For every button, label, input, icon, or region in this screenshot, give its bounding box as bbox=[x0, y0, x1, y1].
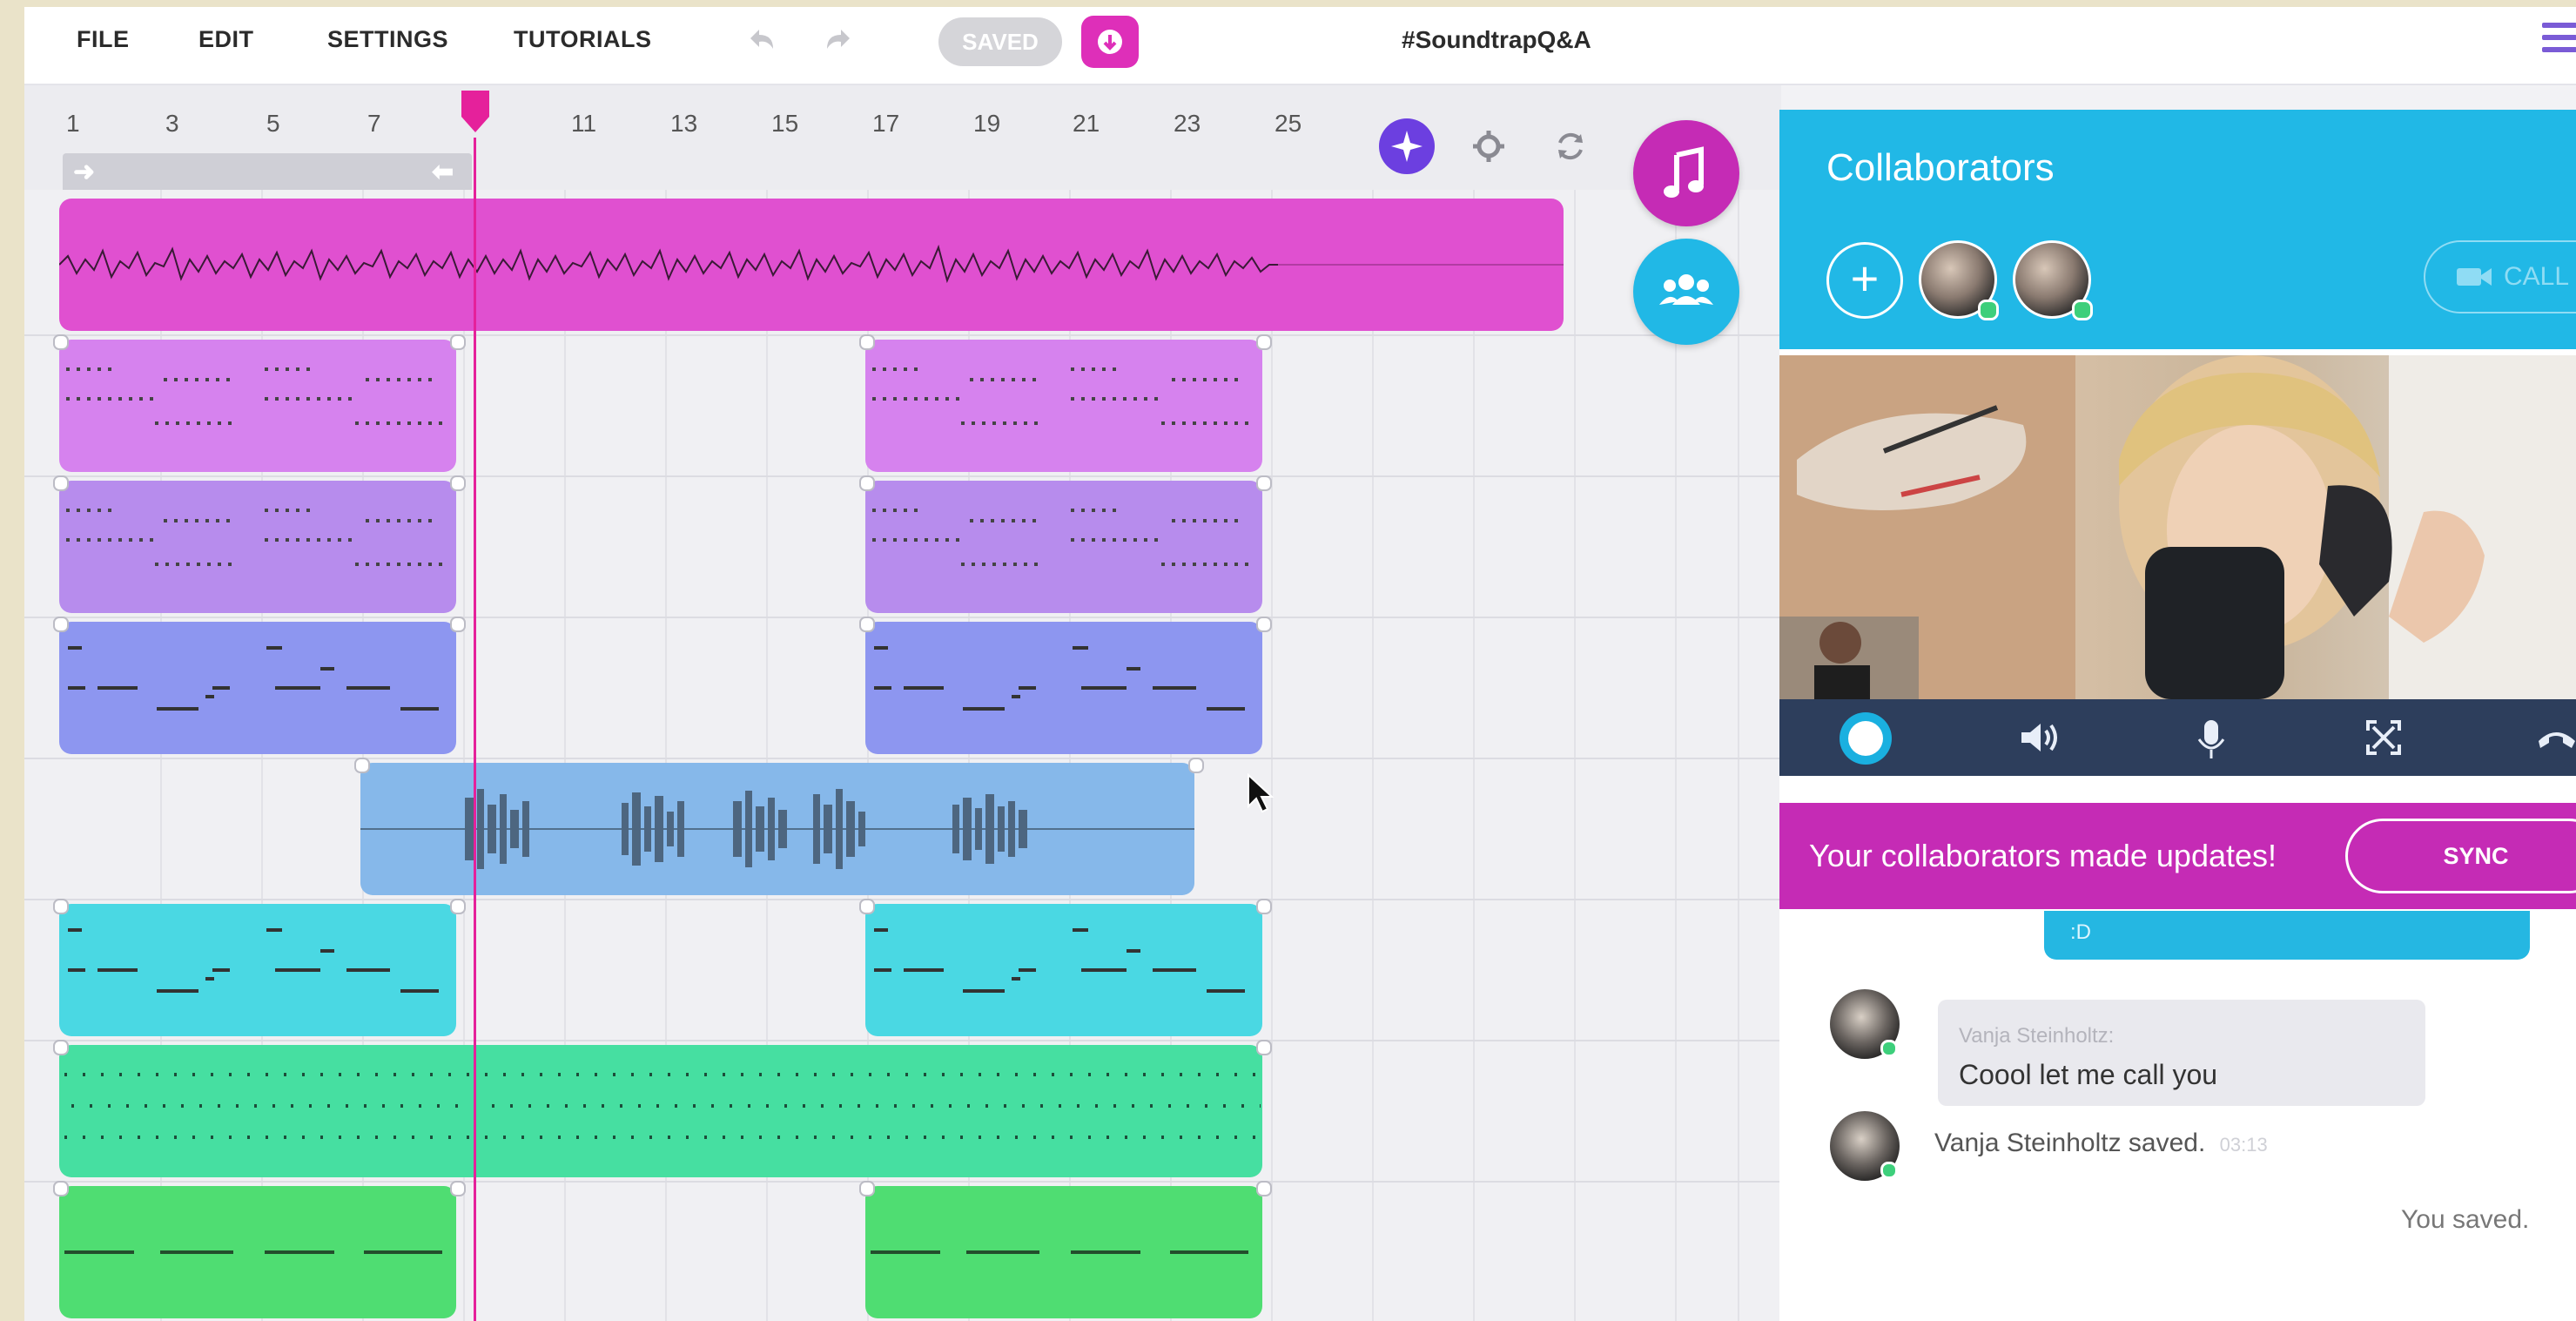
gear-icon bbox=[1473, 131, 1504, 162]
ruler-tick-label: 3 bbox=[165, 110, 179, 137]
chat-bubble-own: :D bbox=[2044, 911, 2530, 960]
midi-clip-bass-2[interactable] bbox=[865, 622, 1262, 754]
ruler-tick-label: 25 bbox=[1275, 110, 1302, 137]
track-settings-button[interactable] bbox=[1461, 118, 1517, 174]
hang-up-icon[interactable] bbox=[2537, 718, 2576, 765]
online-status-dot bbox=[2072, 300, 2093, 320]
ruler-tick-label: 23 bbox=[1174, 110, 1201, 137]
midi-clip-synth-2[interactable] bbox=[865, 481, 1262, 613]
add-collaborator-button[interactable]: + bbox=[1826, 242, 1903, 319]
drum-clip-hihat[interactable] bbox=[59, 1045, 1262, 1177]
ruler-tick-label: 1 bbox=[66, 110, 80, 137]
chat-sender-name: Vanja Steinholtz: bbox=[1959, 1024, 2115, 1048]
midi-clip-synth-1[interactable] bbox=[59, 481, 456, 613]
music-note-icon bbox=[1664, 146, 1704, 198]
ruler-tick-label: 15 bbox=[771, 110, 799, 137]
soundtrap-studio: FILE EDIT SETTINGS TUTORIALS SAVED #Soun… bbox=[24, 7, 2576, 1321]
menu-tutorials[interactable]: TUTORIALS bbox=[514, 26, 652, 53]
top-menu-bar: FILE EDIT SETTINGS TUTORIALS SAVED #Soun… bbox=[24, 7, 2576, 85]
call-status-icon[interactable] bbox=[1835, 708, 1896, 777]
collaborate-button[interactable] bbox=[1633, 239, 1739, 345]
chat-message-bubble: Vanja Steinholtz: Coool let me call you bbox=[1938, 1000, 2425, 1106]
timeline-ruler[interactable]: 1 3 5 7 11 13 15 17 19 21 23 25 ➜ ⬅ bbox=[24, 85, 1781, 199]
drum-clip-kick-1[interactable] bbox=[59, 1186, 456, 1318]
collaborators-title: Collaborators bbox=[1826, 146, 2055, 189]
ruler-tick-label: 21 bbox=[1073, 110, 1100, 137]
call-label: CALL bbox=[2504, 262, 2570, 291]
audio-clip-recording[interactable] bbox=[360, 763, 1194, 895]
playhead-line bbox=[474, 138, 476, 1321]
updates-text: Your collaborators made updates! bbox=[1809, 838, 2277, 873]
download-icon bbox=[1098, 30, 1122, 54]
snap-icon bbox=[1391, 131, 1423, 162]
loop-region-bar[interactable]: ➜ ⬅ bbox=[63, 153, 472, 193]
saved-notice-time: 03:13 bbox=[2219, 1134, 2268, 1156]
ruler-tick-label: 19 bbox=[973, 110, 1001, 137]
saved-status-badge: SAVED bbox=[938, 17, 1062, 66]
online-status-dot bbox=[1880, 1162, 1898, 1179]
saved-notice-text: Vanja Steinholtz saved. bbox=[1934, 1129, 2206, 1157]
refresh-icon bbox=[1558, 132, 1583, 160]
video-camera-icon bbox=[2457, 268, 2492, 286]
online-status-dot bbox=[1978, 300, 1999, 320]
chat-saved-notice: Vanja Steinholtz saved. 03:13 bbox=[1934, 1129, 2268, 1158]
ruler-tick-label: 11 bbox=[571, 110, 597, 137]
collaborators-header: Collaborators + CALL bbox=[1779, 110, 2576, 349]
midi-clip-keys-1[interactable] bbox=[59, 340, 456, 472]
video-call-feed[interactable] bbox=[1779, 355, 2576, 699]
track-arrangement[interactable] bbox=[24, 190, 1781, 1321]
mouse-cursor-icon bbox=[1248, 773, 1275, 813]
microphone-icon[interactable] bbox=[2194, 718, 2229, 768]
video-call-controls bbox=[1779, 699, 2576, 776]
collaborators-panel: Collaborators + CALL Your collaborators … bbox=[1779, 110, 2576, 1321]
audio-clip-vocals[interactable] bbox=[59, 199, 1564, 331]
fullscreen-icon[interactable] bbox=[2364, 718, 2403, 765]
menu-settings[interactable]: SETTINGS bbox=[327, 26, 448, 53]
ruler-tick-label: 17 bbox=[872, 110, 900, 137]
menu-file[interactable]: FILE bbox=[77, 26, 130, 53]
loop-toggle-button[interactable] bbox=[1543, 118, 1598, 174]
chat-message-text: Coool let me call you bbox=[1959, 1059, 2218, 1090]
midi-clip-bass-1[interactable] bbox=[59, 622, 456, 754]
ruler-tick-label: 5 bbox=[266, 110, 280, 137]
video-frame-illustration bbox=[1779, 355, 2576, 699]
midi-clip-lead-2[interactable] bbox=[865, 904, 1262, 1036]
undo-icon[interactable] bbox=[743, 23, 778, 65]
sync-button[interactable]: SYNC bbox=[2345, 819, 2576, 893]
loop-end-arrow-icon[interactable]: ⬅ bbox=[432, 157, 454, 187]
instruments-button[interactable] bbox=[1633, 120, 1739, 226]
speaker-icon[interactable] bbox=[2018, 718, 2060, 765]
chat-you-saved-notice: You saved. bbox=[2401, 1205, 2530, 1234]
download-button[interactable] bbox=[1081, 16, 1139, 68]
midi-clip-keys-2[interactable] bbox=[865, 340, 1262, 472]
online-status-dot bbox=[1880, 1040, 1898, 1057]
updates-notification-bar: Your collaborators made updates! SYNC bbox=[1779, 803, 2576, 909]
project-title[interactable]: #SoundtrapQ&A bbox=[1402, 26, 1591, 54]
ruler-tick-label: 7 bbox=[367, 110, 381, 137]
loop-start-arrow-icon[interactable]: ➜ bbox=[73, 157, 95, 187]
hamburger-menu-icon[interactable] bbox=[2542, 23, 2576, 61]
menu-edit[interactable]: EDIT bbox=[198, 26, 254, 53]
snap-button[interactable] bbox=[1379, 118, 1435, 174]
people-icon bbox=[1659, 274, 1713, 305]
call-button[interactable]: CALL bbox=[2424, 240, 2576, 313]
redo-icon[interactable] bbox=[822, 23, 857, 65]
playhead-handle[interactable] bbox=[458, 91, 493, 134]
midi-clip-lead-1[interactable] bbox=[59, 904, 456, 1036]
ruler-tick-label: 13 bbox=[670, 110, 698, 137]
drum-clip-kick-2[interactable] bbox=[865, 1186, 1262, 1318]
